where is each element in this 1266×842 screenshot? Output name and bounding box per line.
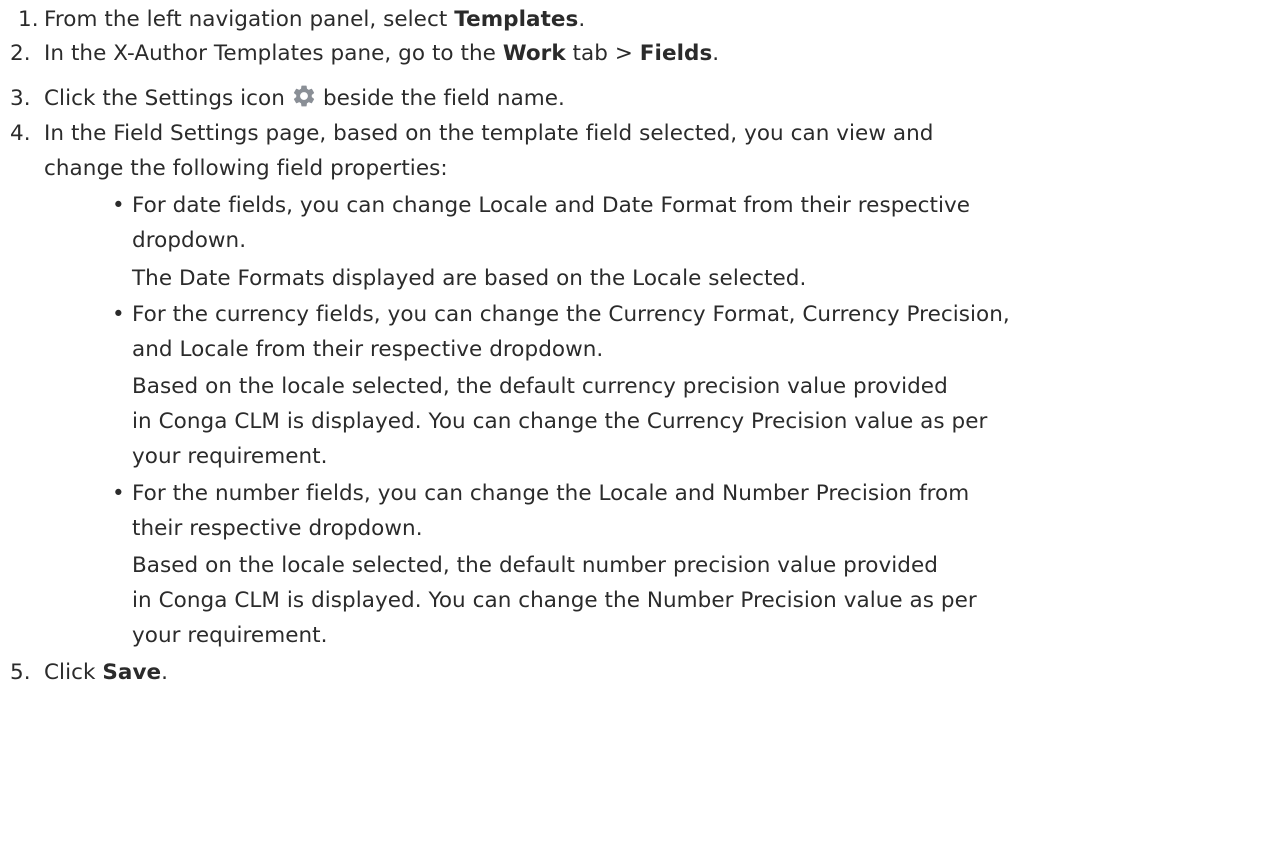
step-number: 4. (10, 121, 31, 146)
bullet-text: For the currency fields, you can change … (132, 302, 1010, 327)
bullet-text: their respective dropdown. (132, 516, 423, 541)
bullet-note: The Date Formats displayed are based on … (132, 266, 807, 291)
step-number: 3. (10, 86, 31, 111)
bullet-text: dropdown. (132, 228, 247, 253)
step-number: 2. (10, 41, 31, 66)
bullet-text: and Locale from their respective dropdow… (132, 337, 604, 362)
step-text-after-icon: beside the field name. (322, 86, 565, 111)
step-text: In the X-Author Templates pane, go to th… (44, 41, 503, 66)
step-text: In the Field Settings page, based on the… (44, 121, 934, 146)
ui-term-templates: Templates (454, 7, 579, 32)
punctuation: . (712, 41, 720, 66)
bullet-note: in Conga CLM is displayed. You can chang… (132, 588, 977, 613)
step-text-continued: change the following field properties: (44, 156, 448, 181)
step-number: 5. (10, 660, 31, 685)
bullet-note: in Conga CLM is displayed. You can chang… (132, 409, 988, 434)
step-text: From the left navigation panel, select (44, 7, 455, 32)
bullet-note: Based on the locale selected, the defaul… (132, 553, 938, 578)
gear-icon (291, 83, 317, 109)
bullet-text: For the number fields, you can change th… (132, 481, 970, 506)
ui-term-save: Save (102, 660, 162, 685)
step-text: Click the Settings icon (44, 86, 285, 111)
step-text: Click (44, 660, 103, 685)
bullet-note: Based on the locale selected, the defaul… (132, 374, 948, 399)
ui-term-work: Work (502, 41, 566, 66)
punctuation: . (578, 7, 586, 32)
punctuation: . (161, 660, 169, 685)
step-number: 1. (18, 7, 39, 32)
step-text-mid: tab > (565, 41, 640, 66)
bullet-marker: • (112, 302, 125, 327)
ui-term-fields: Fields (639, 41, 713, 66)
bullet-note: your requirement. (132, 444, 328, 469)
bullet-marker: • (112, 481, 125, 506)
bullet-text: For date fields, you can change Locale a… (132, 193, 971, 218)
bullet-marker: • (112, 193, 125, 218)
bullet-note: your requirement. (132, 623, 328, 648)
